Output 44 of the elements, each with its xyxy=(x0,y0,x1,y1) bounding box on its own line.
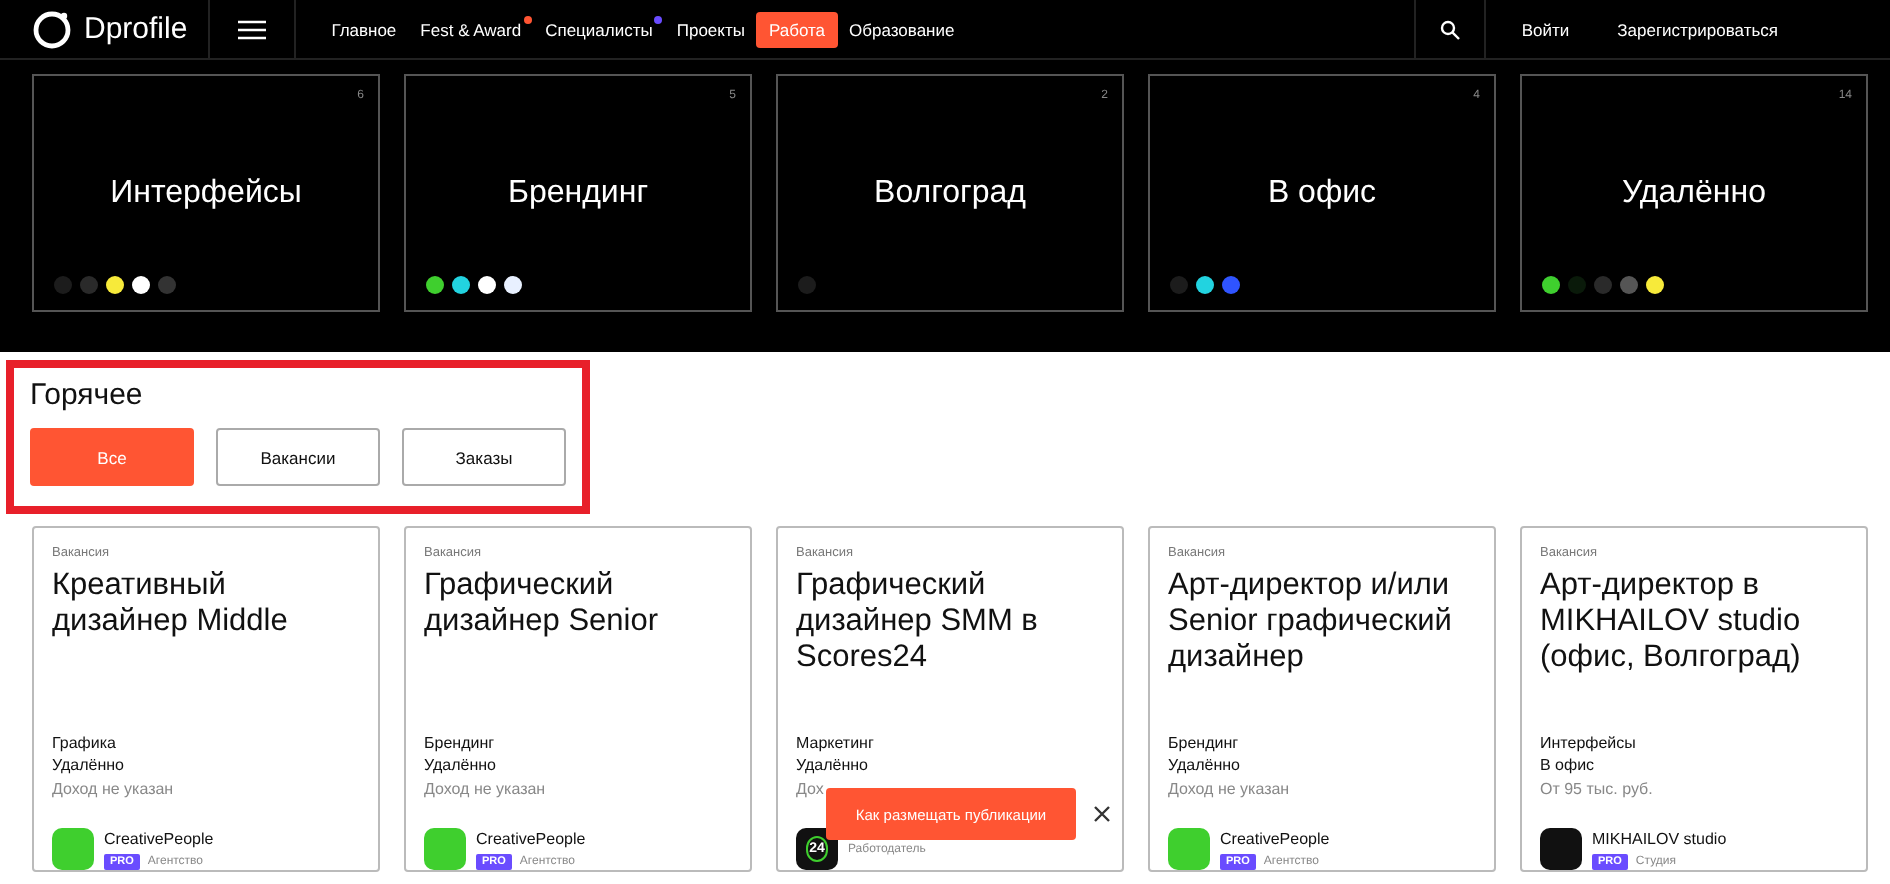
work-mode-label: Удалённо xyxy=(424,756,498,777)
category-title: Брендинг xyxy=(507,175,649,211)
nav-link[interactable]: Главное xyxy=(319,11,409,47)
nav-link[interactable]: Проекты xyxy=(664,11,757,47)
auth-link[interactable]: Зарегистрироваться xyxy=(1617,19,1778,39)
filter-button[interactable]: Вакансии xyxy=(216,428,380,486)
nav-link[interactable]: Fest & Award xyxy=(408,11,534,47)
work-mode-label: В офис xyxy=(1540,756,1597,777)
category-label: Интерфейсы xyxy=(1540,733,1638,754)
income-label: Доход не указан xyxy=(52,779,176,800)
income-label: Доход не указан xyxy=(1168,779,1292,800)
nav-link[interactable]: Специалисты xyxy=(533,11,665,47)
job-title: Арт-директор в MIKHAILOV studio (офис, Волгоград) xyxy=(1540,568,1803,678)
work-mode-label: Удалённо xyxy=(796,756,870,777)
auth-link[interactable]: Войти xyxy=(1521,19,1570,39)
income-label: От 95 тыс. руб. xyxy=(1540,779,1655,800)
close-icon[interactable] xyxy=(1094,806,1110,822)
logo-icon[interactable] xyxy=(32,9,72,49)
income-label: Дох xyxy=(796,779,826,800)
job-title: Арт-директор и/или Senior графический дизайнер xyxy=(1168,568,1454,678)
menu-icon[interactable] xyxy=(237,19,266,39)
work-mode-label: Удалённо xyxy=(1168,756,1242,777)
company-name[interactable]: CreativePeople xyxy=(1220,829,1330,847)
section-title: Горячее xyxy=(30,378,145,412)
category-label: Брендинг xyxy=(424,733,497,754)
category-title: В офис xyxy=(1267,175,1377,211)
category-title: Волгоград xyxy=(874,175,1026,211)
category-title: Удалённо xyxy=(1622,175,1766,211)
filter-button[interactable]: Заказы xyxy=(402,428,566,486)
category-label: Графика xyxy=(52,733,118,754)
job-title: Графический дизайнер Senior xyxy=(424,568,660,642)
brand-name[interactable]: Dprofile xyxy=(84,12,188,46)
search-icon[interactable] xyxy=(1439,19,1460,39)
company-name[interactable]: MIKHAILOV studio xyxy=(1592,829,1727,847)
category-label: Маркетинг xyxy=(796,733,876,754)
work-mode-label: Удалённо xyxy=(52,756,126,777)
job-title: Графический дизайнер SMM в Scores24 xyxy=(796,568,1040,678)
category-label: Брендинг xyxy=(1168,733,1241,754)
job-title: Креативный дизайнер Middle xyxy=(52,568,290,642)
nav-link[interactable]: Образование xyxy=(837,11,967,47)
income-label: Доход не указан xyxy=(424,779,548,800)
company-name[interactable]: CreativePeople xyxy=(476,829,586,847)
category-title: Интерфейсы xyxy=(110,175,302,211)
company-name[interactable]: CreativePeople xyxy=(104,829,214,847)
